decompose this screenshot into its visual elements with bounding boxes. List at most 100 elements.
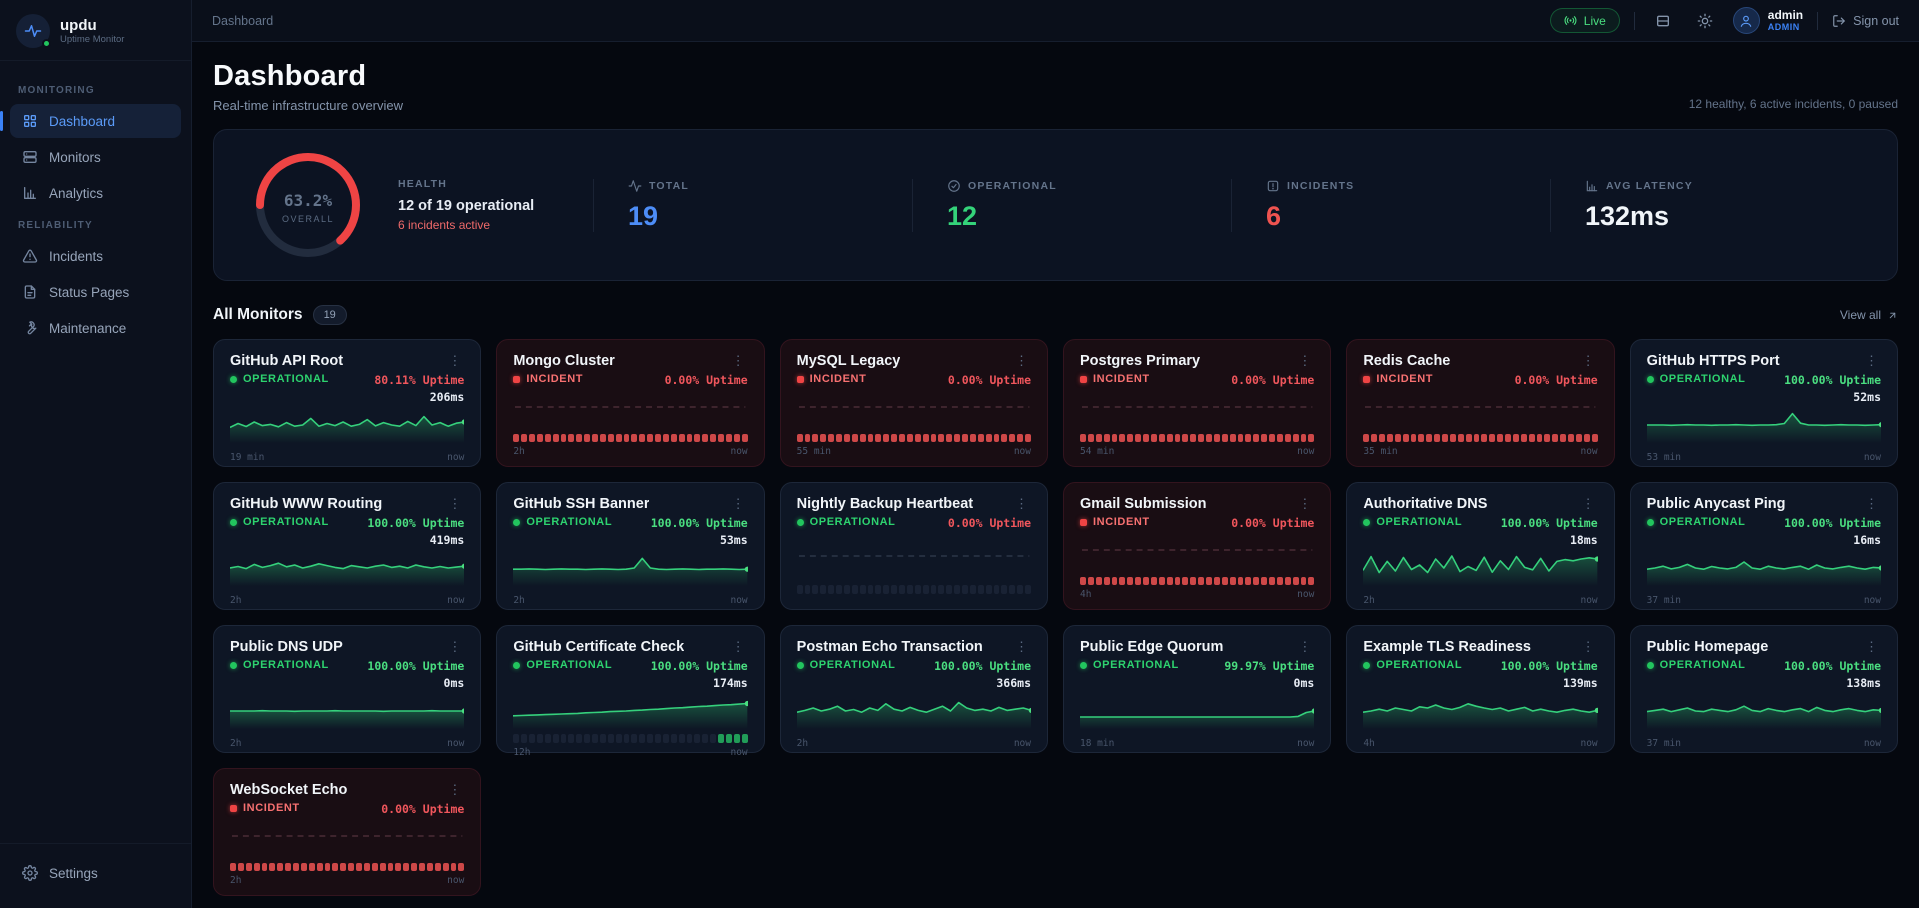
uptime-bar xyxy=(875,585,881,594)
kebab-menu-icon[interactable]: ⋮ xyxy=(729,496,748,511)
kebab-menu-icon[interactable]: ⋮ xyxy=(1012,353,1031,368)
kebab-menu-icon[interactable]: ⋮ xyxy=(1012,496,1031,511)
brand-name: updu xyxy=(60,17,124,34)
brand: updu Uptime Monitor xyxy=(0,0,191,61)
monitor-card[interactable]: Redis Cache⋮INCIDENT0.00% Uptime35 minno… xyxy=(1346,339,1614,467)
uptime-bar xyxy=(513,734,519,743)
kebab-menu-icon[interactable]: ⋮ xyxy=(1295,496,1314,511)
gear-icon xyxy=(22,865,38,881)
user-menu[interactable]: admin ADMIN xyxy=(1733,7,1803,34)
kebab-menu-icon[interactable]: ⋮ xyxy=(1862,353,1881,368)
kebab-menu-icon[interactable]: ⋮ xyxy=(445,639,464,654)
monitor-card[interactable]: WebSocket Echo⋮INCIDENT0.00% Uptime2hnow xyxy=(213,768,481,896)
sidebar-item-settings[interactable]: Settings xyxy=(10,856,181,890)
uptime-bar xyxy=(1403,434,1409,442)
monitor-card[interactable]: Public Anycast Ping⋮OPERATIONAL100.00% U… xyxy=(1630,482,1898,610)
kebab-menu-icon[interactable]: ⋮ xyxy=(445,496,464,511)
uptime-bar xyxy=(269,863,275,871)
monitor-card[interactable]: Postgres Primary⋮INCIDENT0.00% Uptime54 … xyxy=(1063,339,1331,467)
monitor-card[interactable]: GitHub SSH Banner⋮OPERATIONAL100.00% Upt… xyxy=(496,482,764,610)
kebab-menu-icon[interactable]: ⋮ xyxy=(1862,639,1881,654)
monitor-card[interactable]: GitHub API Root⋮OPERATIONAL80.11% Uptime… xyxy=(213,339,481,467)
stat-value: 132ms xyxy=(1585,201,1869,232)
kebab-menu-icon[interactable]: ⋮ xyxy=(729,639,748,654)
monitor-card[interactable]: Public Homepage⋮OPERATIONAL100.00% Uptim… xyxy=(1630,625,1898,753)
kebab-menu-icon[interactable]: ⋮ xyxy=(1579,639,1598,654)
uptime-bar xyxy=(978,434,984,442)
uptime-bar xyxy=(994,585,1000,594)
kebab-menu-icon[interactable]: ⋮ xyxy=(1012,639,1031,654)
sidebar-item-label: Analytics xyxy=(49,186,103,201)
uptime-bar xyxy=(1127,577,1133,585)
bar-chart-icon xyxy=(22,185,38,201)
uptime-bar xyxy=(1363,434,1369,442)
monitor-card[interactable]: Postman Echo Transaction⋮OPERATIONAL100.… xyxy=(780,625,1048,753)
sidebar-item-incidents[interactable]: Incidents xyxy=(10,239,181,273)
uptime-bar xyxy=(277,863,283,871)
uptime-bar xyxy=(1450,434,1456,442)
kebab-menu-icon[interactable]: ⋮ xyxy=(1862,496,1881,511)
uptime-bar xyxy=(1230,577,1236,585)
status-label: OPERATIONAL xyxy=(243,659,329,671)
monitor-name: Public Homepage xyxy=(1647,639,1769,655)
sidebar-item-maintenance[interactable]: Maintenance xyxy=(10,311,181,345)
monitor-card[interactable]: Authoritative DNS⋮OPERATIONAL100.00% Upt… xyxy=(1346,482,1614,610)
monitors-grid: GitHub API Root⋮OPERATIONAL80.11% Uptime… xyxy=(213,339,1898,896)
uptime-bar xyxy=(1269,434,1275,442)
live-badge[interactable]: Live xyxy=(1550,8,1620,33)
monitor-card[interactable]: MySQL Legacy⋮INCIDENT0.00% Uptime55 minn… xyxy=(780,339,1048,467)
monitor-card[interactable]: Mongo Cluster⋮INCIDENT0.00% Uptime2hnow xyxy=(496,339,764,467)
uptime-bar xyxy=(584,434,590,442)
uptime-bar xyxy=(694,434,700,442)
view-all-link[interactable]: View all xyxy=(1840,308,1898,322)
kebab-menu-icon[interactable]: ⋮ xyxy=(445,782,464,797)
sidebar-item-analytics[interactable]: Analytics xyxy=(10,176,181,210)
uptime-bar xyxy=(1489,434,1495,442)
uptime-bar xyxy=(1143,434,1149,442)
theme-toggle-button[interactable] xyxy=(1691,7,1719,35)
uptime-bar xyxy=(679,434,685,442)
sidebar-item-dashboard[interactable]: Dashboard xyxy=(10,104,181,138)
stat-label: OPERATIONAL xyxy=(968,180,1057,192)
kebab-menu-icon[interactable]: ⋮ xyxy=(1579,496,1598,511)
sidebar-item-status-pages[interactable]: Status Pages xyxy=(10,275,181,309)
window-end: now xyxy=(447,595,464,606)
monitor-card[interactable]: Gmail Submission⋮INCIDENT0.00% Uptime4hn… xyxy=(1063,482,1331,610)
uptime-bar xyxy=(1544,434,1550,442)
signout-button[interactable]: Sign out xyxy=(1832,14,1899,28)
monitor-card[interactable]: GitHub WWW Routing⋮OPERATIONAL100.00% Up… xyxy=(213,482,481,610)
kebab-menu-icon[interactable]: ⋮ xyxy=(729,353,748,368)
status-badge: OPERATIONAL xyxy=(1363,516,1462,528)
monitor-name: GitHub API Root xyxy=(230,353,343,369)
latency-sparkline xyxy=(1080,389,1314,429)
uptime-bar xyxy=(726,434,732,442)
uptime-bar xyxy=(553,734,559,743)
layout-rows-button[interactable] xyxy=(1649,7,1677,35)
uptime-bar xyxy=(820,434,826,442)
uptime-bar xyxy=(946,585,952,594)
monitor-card[interactable]: Nightly Backup Heartbeat⋮OPERATIONAL0.00… xyxy=(780,482,1048,610)
status-badge: OPERATIONAL xyxy=(797,516,896,528)
uptime-bar xyxy=(938,585,944,594)
kebab-menu-icon[interactable]: ⋮ xyxy=(1579,353,1598,368)
uptime-bar xyxy=(978,585,984,594)
broadcast-icon xyxy=(1564,14,1577,27)
stat-label: AVG LATENCY xyxy=(1606,180,1693,192)
kebab-menu-icon[interactable]: ⋮ xyxy=(1295,353,1314,368)
kebab-menu-icon[interactable]: ⋮ xyxy=(1295,639,1314,654)
uptime-bar xyxy=(1434,434,1440,442)
latency-value: 139ms xyxy=(1501,676,1598,690)
monitor-card[interactable]: GitHub HTTPS Port⋮OPERATIONAL100.00% Upt… xyxy=(1630,339,1898,467)
monitor-card[interactable]: Public DNS UDP⋮OPERATIONAL100.00% Uptime… xyxy=(213,625,481,753)
monitor-card[interactable]: Public Edge Quorum⋮OPERATIONAL99.97% Upt… xyxy=(1063,625,1331,753)
uptime-bar xyxy=(868,585,874,594)
window-end: now xyxy=(1864,595,1881,606)
uptime-bar xyxy=(805,585,811,594)
monitor-card[interactable]: Example TLS Readiness⋮OPERATIONAL100.00%… xyxy=(1346,625,1614,753)
check-circle-icon xyxy=(947,179,961,193)
status-badge: OPERATIONAL xyxy=(1647,659,1746,671)
sidebar-item-monitors[interactable]: Monitors xyxy=(10,140,181,174)
monitor-card[interactable]: GitHub Certificate Check⋮OPERATIONAL100.… xyxy=(496,625,764,753)
uptime-bar xyxy=(1214,577,1220,585)
kebab-menu-icon[interactable]: ⋮ xyxy=(445,353,464,368)
